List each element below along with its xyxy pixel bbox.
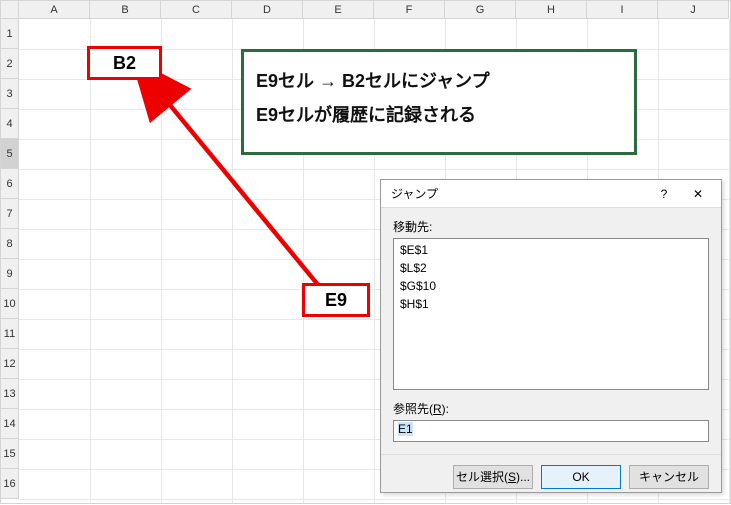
row-header-12[interactable]: 12 bbox=[1, 349, 19, 379]
row-headers: 12345678910111213141516 bbox=[1, 19, 19, 499]
ref-label-key: R bbox=[433, 402, 442, 416]
row-header-15[interactable]: 15 bbox=[1, 439, 19, 469]
row-header-1[interactable]: 1 bbox=[1, 19, 19, 49]
cell-select-post: )... bbox=[516, 470, 530, 484]
col-header-J[interactable]: J bbox=[658, 1, 729, 19]
row-header-7[interactable]: 7 bbox=[1, 199, 19, 229]
history-item[interactable]: $H$1 bbox=[398, 295, 704, 313]
explain-line1: E9セル → B2セルにジャンプ bbox=[256, 64, 622, 98]
col-header-D[interactable]: D bbox=[232, 1, 303, 19]
close-button[interactable]: ✕ bbox=[681, 182, 715, 206]
cell-select-key: S bbox=[508, 470, 516, 484]
goto-dialog: ジャンプ ? ✕ 移動先: $E$1$L$2$G$10$H$1 参照先(R): … bbox=[380, 179, 722, 493]
ok-button[interactable]: OK bbox=[541, 465, 621, 489]
reference-label: 参照先(R): bbox=[393, 400, 709, 417]
col-header-H[interactable]: H bbox=[516, 1, 587, 19]
dialog-titlebar[interactable]: ジャンプ ? ✕ bbox=[381, 180, 721, 208]
col-header-I[interactable]: I bbox=[587, 1, 658, 19]
history-item[interactable]: $E$1 bbox=[398, 241, 704, 259]
row-header-11[interactable]: 11 bbox=[1, 319, 19, 349]
dialog-title: ジャンプ bbox=[391, 185, 647, 202]
reference-input[interactable]: E1 bbox=[393, 420, 709, 442]
row-header-8[interactable]: 8 bbox=[1, 229, 19, 259]
row-header-2[interactable]: 2 bbox=[1, 49, 19, 79]
ref-label-pre: 参照先( bbox=[393, 402, 433, 416]
col-header-E[interactable]: E bbox=[303, 1, 374, 19]
row-header-16[interactable]: 16 bbox=[1, 469, 19, 499]
move-to-listbox[interactable]: $E$1$L$2$G$10$H$1 bbox=[393, 238, 709, 390]
row-header-9[interactable]: 9 bbox=[1, 259, 19, 289]
row-header-10[interactable]: 10 bbox=[1, 289, 19, 319]
cell-select-button[interactable]: セル選択(S)... bbox=[453, 465, 533, 489]
explain-line2: E9セルが履歴に記録される bbox=[256, 98, 622, 132]
help-button[interactable]: ? bbox=[647, 182, 681, 206]
move-to-label: 移動先: bbox=[393, 218, 709, 235]
row-header-3[interactable]: 3 bbox=[1, 79, 19, 109]
explanation-box: E9セル → B2セルにジャンプ E9セルが履歴に記録される bbox=[241, 49, 637, 155]
cell-E9-highlight: E9 bbox=[302, 283, 370, 317]
row-header-13[interactable]: 13 bbox=[1, 379, 19, 409]
history-item[interactable]: $L$2 bbox=[398, 259, 704, 277]
reference-value: E1 bbox=[398, 422, 413, 436]
ref-label-post: ): bbox=[442, 402, 449, 416]
column-headers: ABCDEFGHIJ bbox=[19, 1, 729, 19]
row-header-4[interactable]: 4 bbox=[1, 109, 19, 139]
row-header-14[interactable]: 14 bbox=[1, 409, 19, 439]
select-all-corner[interactable] bbox=[1, 1, 19, 19]
row-header-5[interactable]: 5 bbox=[1, 139, 19, 169]
cell-select-pre: セル選択( bbox=[456, 470, 508, 484]
col-header-G[interactable]: G bbox=[445, 1, 516, 19]
cell-B2-highlight: B2 bbox=[87, 46, 162, 80]
row-header-6[interactable]: 6 bbox=[1, 169, 19, 199]
col-header-C[interactable]: C bbox=[161, 1, 232, 19]
col-header-B[interactable]: B bbox=[90, 1, 161, 19]
history-item[interactable]: $G$10 bbox=[398, 277, 704, 295]
col-header-A[interactable]: A bbox=[19, 1, 90, 19]
col-header-F[interactable]: F bbox=[374, 1, 445, 19]
cancel-button[interactable]: キャンセル bbox=[629, 465, 709, 489]
